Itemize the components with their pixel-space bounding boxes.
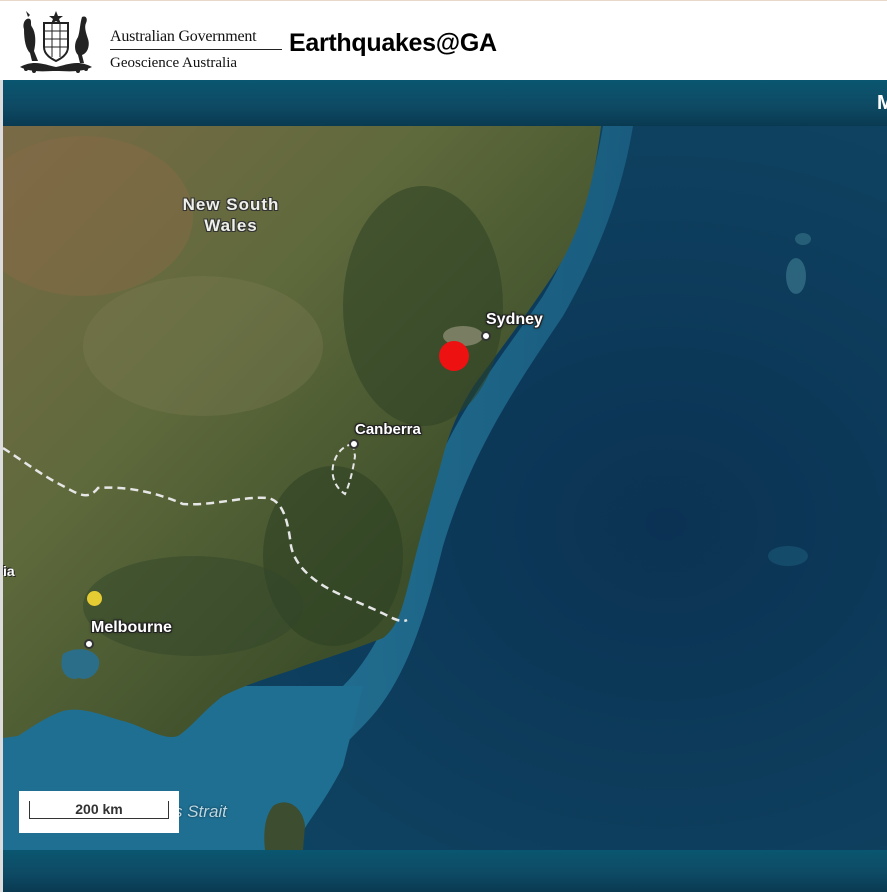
city-dot-melbourne [84, 639, 94, 649]
nav-menu-item[interactable]: M [877, 92, 887, 114]
strait-label: s Strait [174, 802, 227, 821]
edge-label: ia [3, 563, 15, 579]
app-title[interactable]: Earthquakes@GA [289, 27, 497, 59]
city-dot-sydney [481, 331, 491, 341]
city-dot-canberra [349, 439, 359, 449]
map-view[interactable]: New South Wales Sydney Canberra Melbourn… [3, 126, 887, 850]
scale-bar-label: 200 km [29, 801, 169, 819]
agency-divider [110, 49, 282, 50]
scale-bar: 200 km [19, 791, 179, 833]
earthquake-marker-small[interactable] [87, 591, 102, 606]
footer-bar [3, 850, 887, 892]
state-label-nsw: New South Wales [182, 195, 280, 235]
earthquake-marker-large[interactable] [439, 341, 469, 371]
nav-bar: M [3, 80, 887, 126]
port-phillip-bay [61, 649, 100, 679]
satellite-basemap [3, 126, 887, 850]
coat-of-arms-icon[interactable] [10, 9, 102, 77]
city-label-sydney: Sydney [486, 311, 543, 328]
site-header: Australian Government Geoscience Austral… [0, 0, 887, 80]
city-label-canberra: Canberra [355, 421, 421, 438]
agency-geoscience: Geoscience Australia [110, 55, 238, 71]
agency-government: Australian Government [110, 28, 257, 45]
city-label-melbourne: Melbourne [91, 619, 172, 636]
agency-name: Australian Government Geoscience Austral… [110, 27, 282, 72]
